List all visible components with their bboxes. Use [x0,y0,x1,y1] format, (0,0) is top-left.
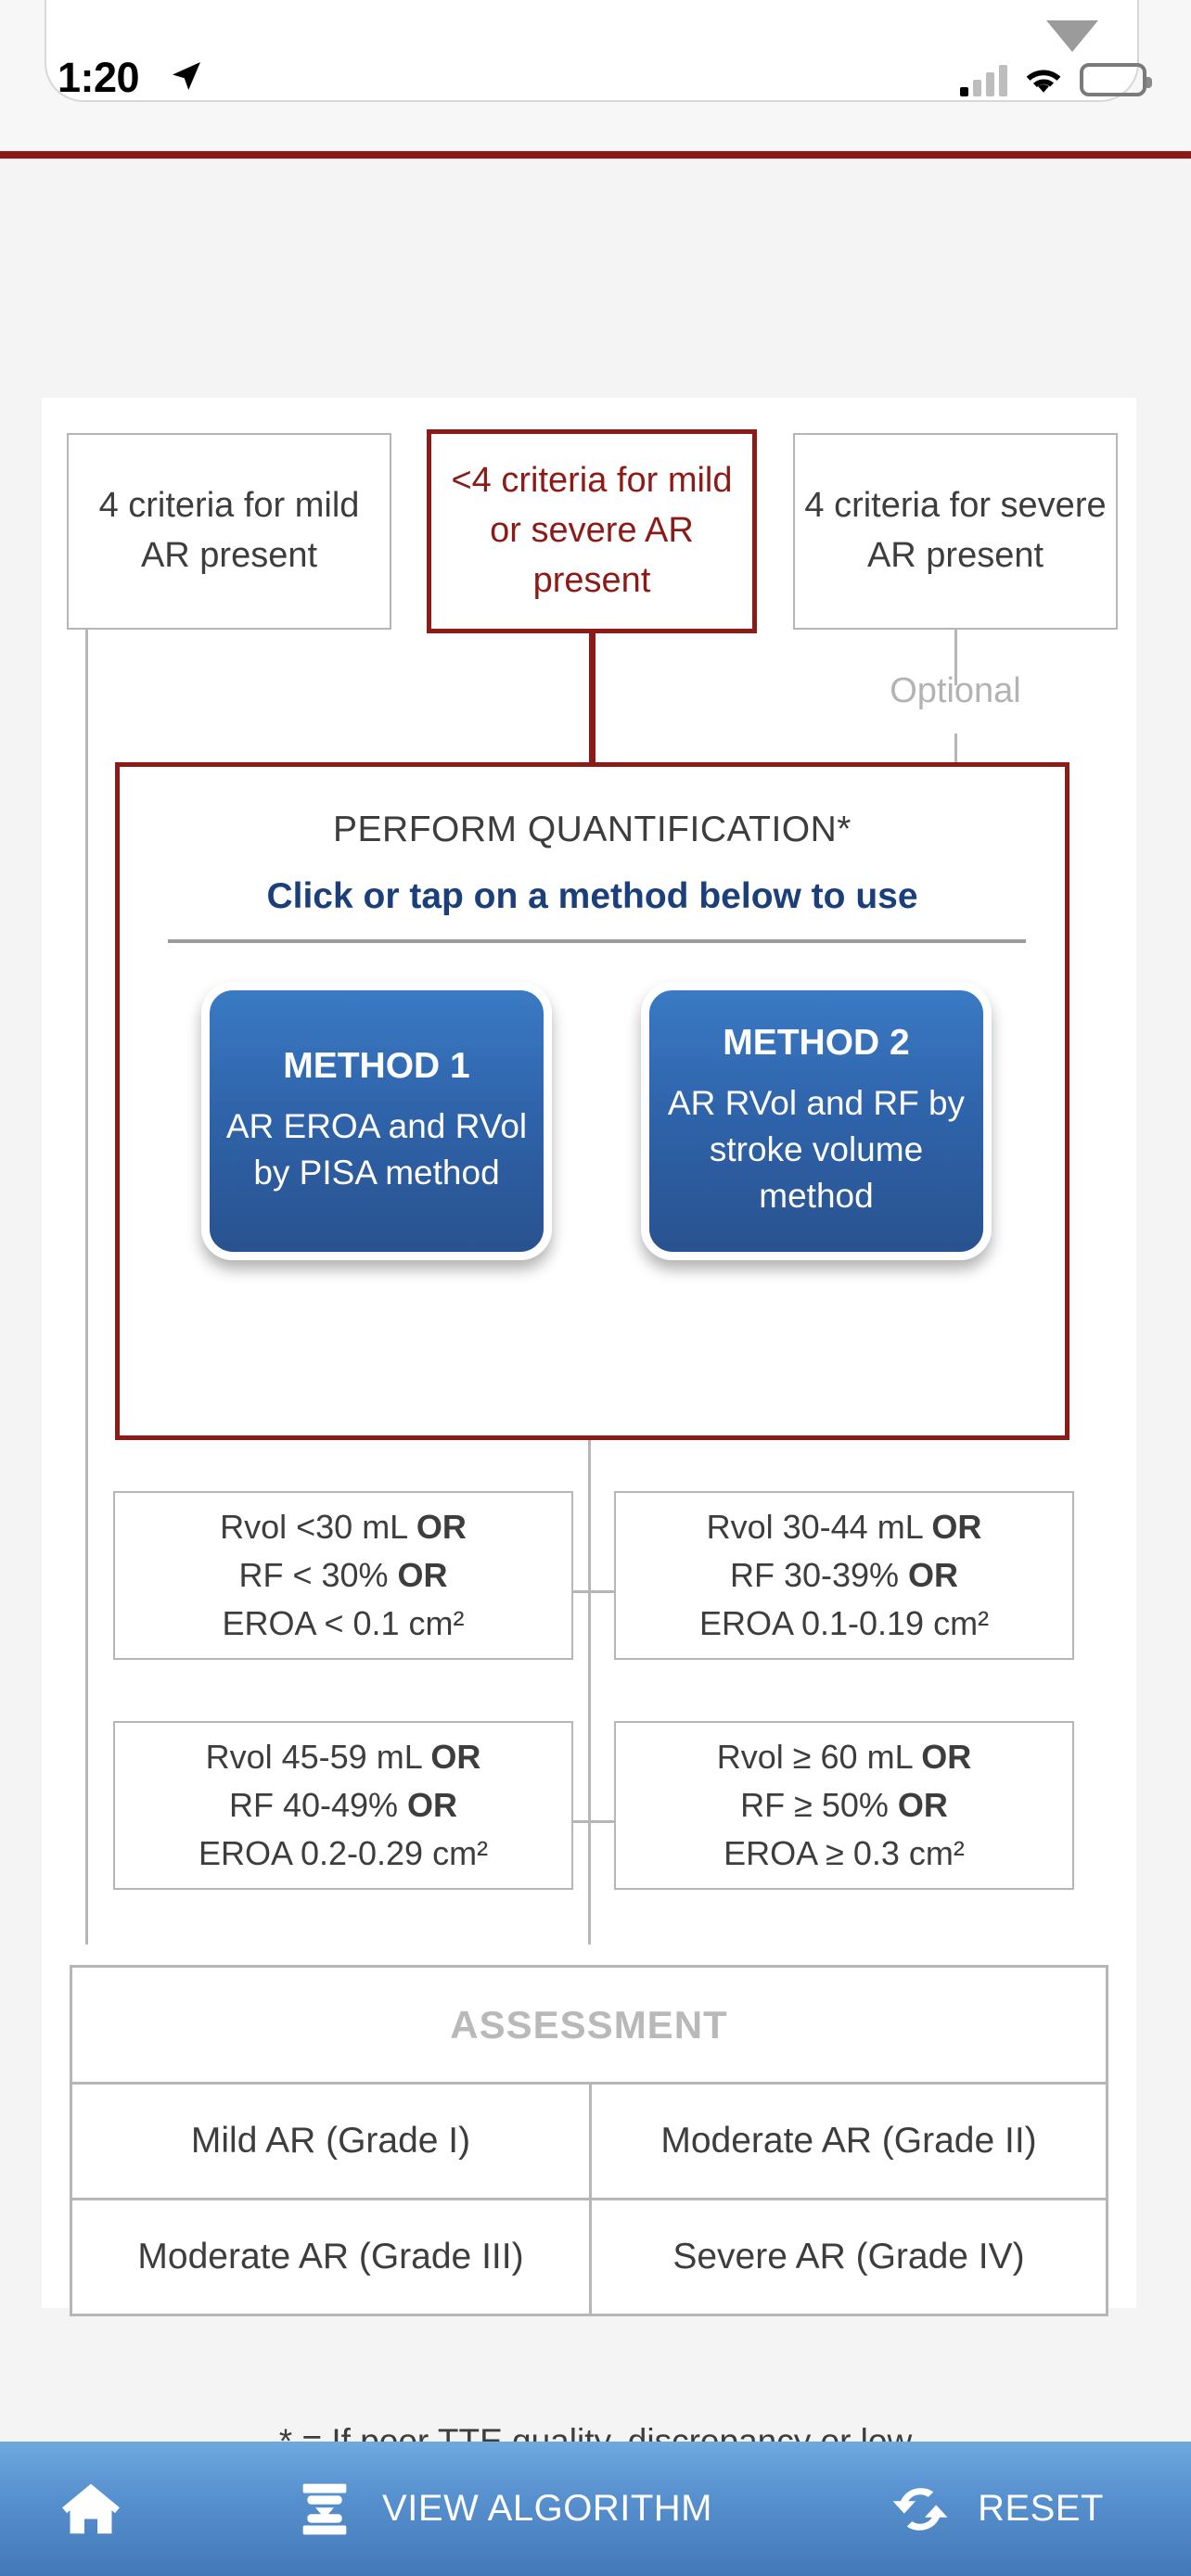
connector-left-vertical [85,630,88,1945]
page-background: 4 criteria for mild AR present <4 criter… [0,159,1191,2576]
home-icon [62,2483,120,2533]
optional-label: Optional [890,671,1021,710]
result-4-line3: EROA ≥ 0.3 cm² [724,1834,965,1873]
assessment-cell-grade-2[interactable]: Moderate AR (Grade II) [589,2085,1106,2198]
result-box-moderate-2[interactable]: Rvol 30-44 mL OR RF 30-39% OR EROA 0.1-0… [614,1491,1074,1660]
quantification-title: PERFORM QUANTIFICATION* [333,810,852,849]
bottom-tab-bar: VIEW ALGORITHM RESET [0,2442,1191,2576]
result-box-moderate-3[interactable]: Rvol 45-59 mL OR RF 40-49% OR EROA 0.2-0… [113,1721,573,1890]
result-4-line1: Rvol ≥ 60 mL [716,1737,922,1776]
result-box-severe[interactable]: Rvol ≥ 60 mL OR RF ≥ 50% OR EROA ≥ 0.3 c… [614,1721,1074,1890]
quantification-divider [168,939,1026,943]
cellular-signal-icon [960,65,1007,96]
method-1-heading: METHOD 1 [283,1045,470,1086]
assessment-header: ASSESSMENT [72,1968,1106,2085]
result-4-or2: OR [897,1785,948,1824]
method-2-heading: METHOD 2 [723,1022,910,1063]
assessment-cell-grade-3[interactable]: Moderate AR (Grade III) [72,2200,589,2314]
result-4-or1: OR [921,1737,972,1776]
tab-view-algorithm[interactable]: VIEW ALGORITHM [204,2442,798,2576]
method-2-button[interactable]: METHOD 2 AR RVol and RF by stroke volume… [641,982,992,1260]
connector-result-4 [588,1820,616,1823]
result-3-line2: RF 40-49% [228,1785,408,1824]
result-1-or1: OR [416,1507,467,1546]
result-2-or2: OR [908,1555,959,1594]
tab-reset-label: RESET [978,2488,1104,2529]
result-3-line1: Rvol 45-59 mL [205,1737,431,1776]
top-red-divider [0,151,1191,159]
location-arrow-icon [173,62,200,90]
result-1-line2: RF < 30% [238,1555,398,1594]
result-3-or2: OR [407,1785,458,1824]
refresh-cycle-icon [892,2487,948,2531]
result-4-line2: RF ≥ 50% [740,1785,898,1824]
result-1-line3: EROA < 0.1 cm² [222,1604,465,1643]
tab-reset[interactable]: RESET [798,2442,1191,2576]
result-3-or1: OR [430,1737,481,1776]
battery-full-icon [1080,63,1152,96]
connector-right-vertical-bottom [954,733,957,763]
table-row: Moderate AR (Grade III) Severe AR (Grade… [72,2198,1106,2314]
result-3-line3: EROA 0.2-0.29 cm² [198,1834,489,1873]
result-2-or1: OR [931,1507,982,1546]
algorithm-flowchart-icon [302,2483,347,2534]
connector-middle-vertical [589,633,596,763]
table-row: Mild AR (Grade I) Moderate AR (Grade II) [72,2085,1106,2198]
method-2-description: AR RVol and RF by stroke volume method [667,1083,966,1216]
method-1-description: AR EROA and RVol by PISA method [225,1106,528,1192]
result-2-line3: EROA 0.1-0.19 cm² [698,1604,990,1643]
result-1-line1: Rvol <30 mL [220,1507,416,1546]
status-bar-indicators [960,57,1152,96]
quantification-panel: PERFORM QUANTIFICATION* Click or tap on … [115,762,1069,1440]
criteria-box-severe[interactable]: 4 criteria for severe AR present [793,433,1118,630]
result-2-line2: RF 30-39% [729,1555,909,1594]
connector-center-vertical [588,1440,591,1945]
app-screen: 1:20 4 criteria for mild AR present <4 c… [0,0,1191,2576]
result-2-line1: Rvol 30-44 mL [706,1507,932,1546]
connector-result-2 [588,1590,616,1593]
triangle-down-icon [1046,20,1098,52]
result-1-or2: OR [397,1555,448,1594]
result-box-mild[interactable]: Rvol <30 mL OR RF < 30% OR EROA < 0.1 cm… [113,1491,573,1660]
criteria-box-mild[interactable]: 4 criteria for mild AR present [67,433,391,630]
status-bar: 1:20 [0,0,1191,153]
tab-home[interactable] [0,2442,204,2576]
quantification-subtitle: Click or tap on a method below to use [266,876,918,916]
method-1-button[interactable]: METHOD 1 AR EROA and RVol by PISA method [201,982,552,1260]
assessment-table: ASSESSMENT Mild AR (Grade I) Moderate AR… [70,1965,1108,2316]
assessment-cell-grade-4[interactable]: Severe AR (Grade IV) [589,2200,1106,2314]
status-bar-clock: 1:20 [58,54,140,101]
tab-view-algorithm-label: VIEW ALGORITHM [382,2488,712,2529]
wifi-icon [1026,70,1061,93]
criteria-box-indeterminate[interactable]: <4 criteria for mild or severe AR presen… [427,429,757,633]
assessment-cell-grade-1[interactable]: Mild AR (Grade I) [72,2085,589,2198]
